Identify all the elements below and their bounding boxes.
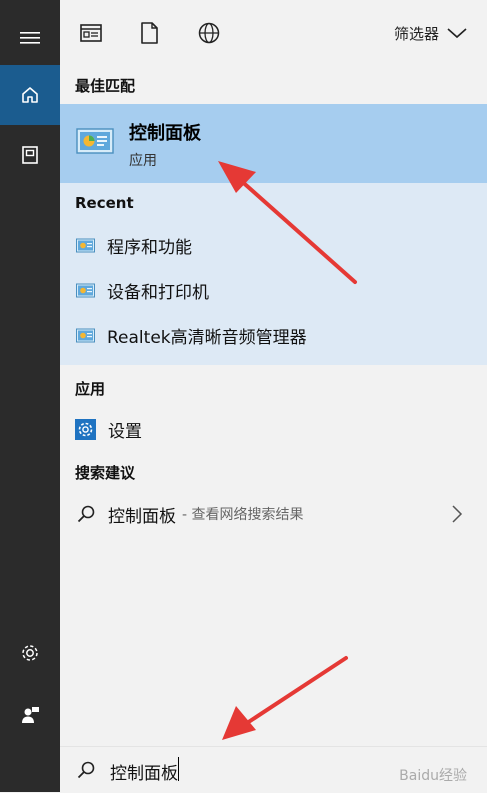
search-icon: [77, 761, 95, 779]
apps-filter-icon[interactable]: [78, 20, 104, 46]
start-left-rail: [0, 0, 60, 792]
control-panel-small-icon: [76, 238, 95, 252]
web-search-suggestion[interactable]: 控制面板 - 查看网络搜索结果: [60, 492, 487, 536]
recent-item-devices-printers[interactable]: 设备和打印机: [60, 268, 487, 312]
home-icon: [22, 87, 38, 103]
control-panel-small-icon: [76, 283, 95, 297]
search-toolbar: 筛选器: [60, 0, 487, 66]
chevron-right-icon[interactable]: [451, 504, 463, 524]
suggestion-hint: - 查看网络搜索结果: [182, 507, 304, 523]
search-icon: [77, 505, 95, 523]
web-filter-icon[interactable]: [196, 20, 222, 46]
gear-icon: [22, 645, 38, 661]
app-item-label: 设置: [108, 421, 142, 442]
suggestion-label: 控制面板: [108, 506, 176, 527]
recent-item-label: 设备和打印机: [107, 282, 209, 303]
filter-label: 筛选器: [393, 24, 439, 43]
notebook-icon: [22, 146, 38, 164]
search-input[interactable]: 控制面板: [110, 759, 178, 784]
chevron-down-icon: [447, 28, 467, 39]
text-caret: [178, 757, 179, 781]
recent-item-label: Realtek高清晰音频管理器: [107, 327, 307, 348]
feedback-button[interactable]: [0, 685, 60, 745]
section-recent: Recent: [75, 194, 134, 212]
section-apps: 应用: [75, 380, 106, 398]
search-results-panel: 筛选器 最佳匹配 控制面板 应用 Recent 程序和功能 设备和打印机 Rea…: [60, 0, 487, 793]
app-item-settings[interactable]: 设置: [60, 407, 487, 451]
recent-item-realtek-audio[interactable]: Realtek高清晰音频管理器: [60, 313, 487, 357]
section-search-suggestions: 搜索建议: [75, 464, 136, 482]
documents-filter-icon[interactable]: [136, 20, 162, 46]
recent-item-programs-features[interactable]: 程序和功能: [60, 223, 487, 267]
best-match-title: 控制面板: [129, 123, 201, 144]
best-match-item[interactable]: 控制面板 应用: [60, 104, 487, 183]
watermark: Baidu经验: [399, 768, 467, 784]
recent-item-label: 程序和功能: [107, 237, 192, 258]
best-match-subtitle: 应用: [129, 153, 157, 169]
feedback-person-icon: [22, 707, 39, 723]
recent-section: Recent 程序和功能 设备和打印机 Realtek高清晰音频管理器: [60, 183, 487, 365]
control-panel-icon: [76, 128, 114, 154]
home-button[interactable]: [0, 65, 60, 125]
search-box[interactable]: 控制面板 Baidu经验: [60, 746, 487, 793]
settings-rail-button[interactable]: [0, 623, 60, 683]
settings-gear-icon: [75, 418, 96, 440]
section-best-match: 最佳匹配: [75, 77, 136, 95]
hamburger-icon: [20, 32, 40, 44]
hamburger-menu-button[interactable]: [0, 8, 60, 68]
filter-dropdown[interactable]: 筛选器: [394, 22, 467, 44]
notebook-button[interactable]: [0, 125, 60, 185]
control-panel-small-icon: [76, 328, 95, 342]
